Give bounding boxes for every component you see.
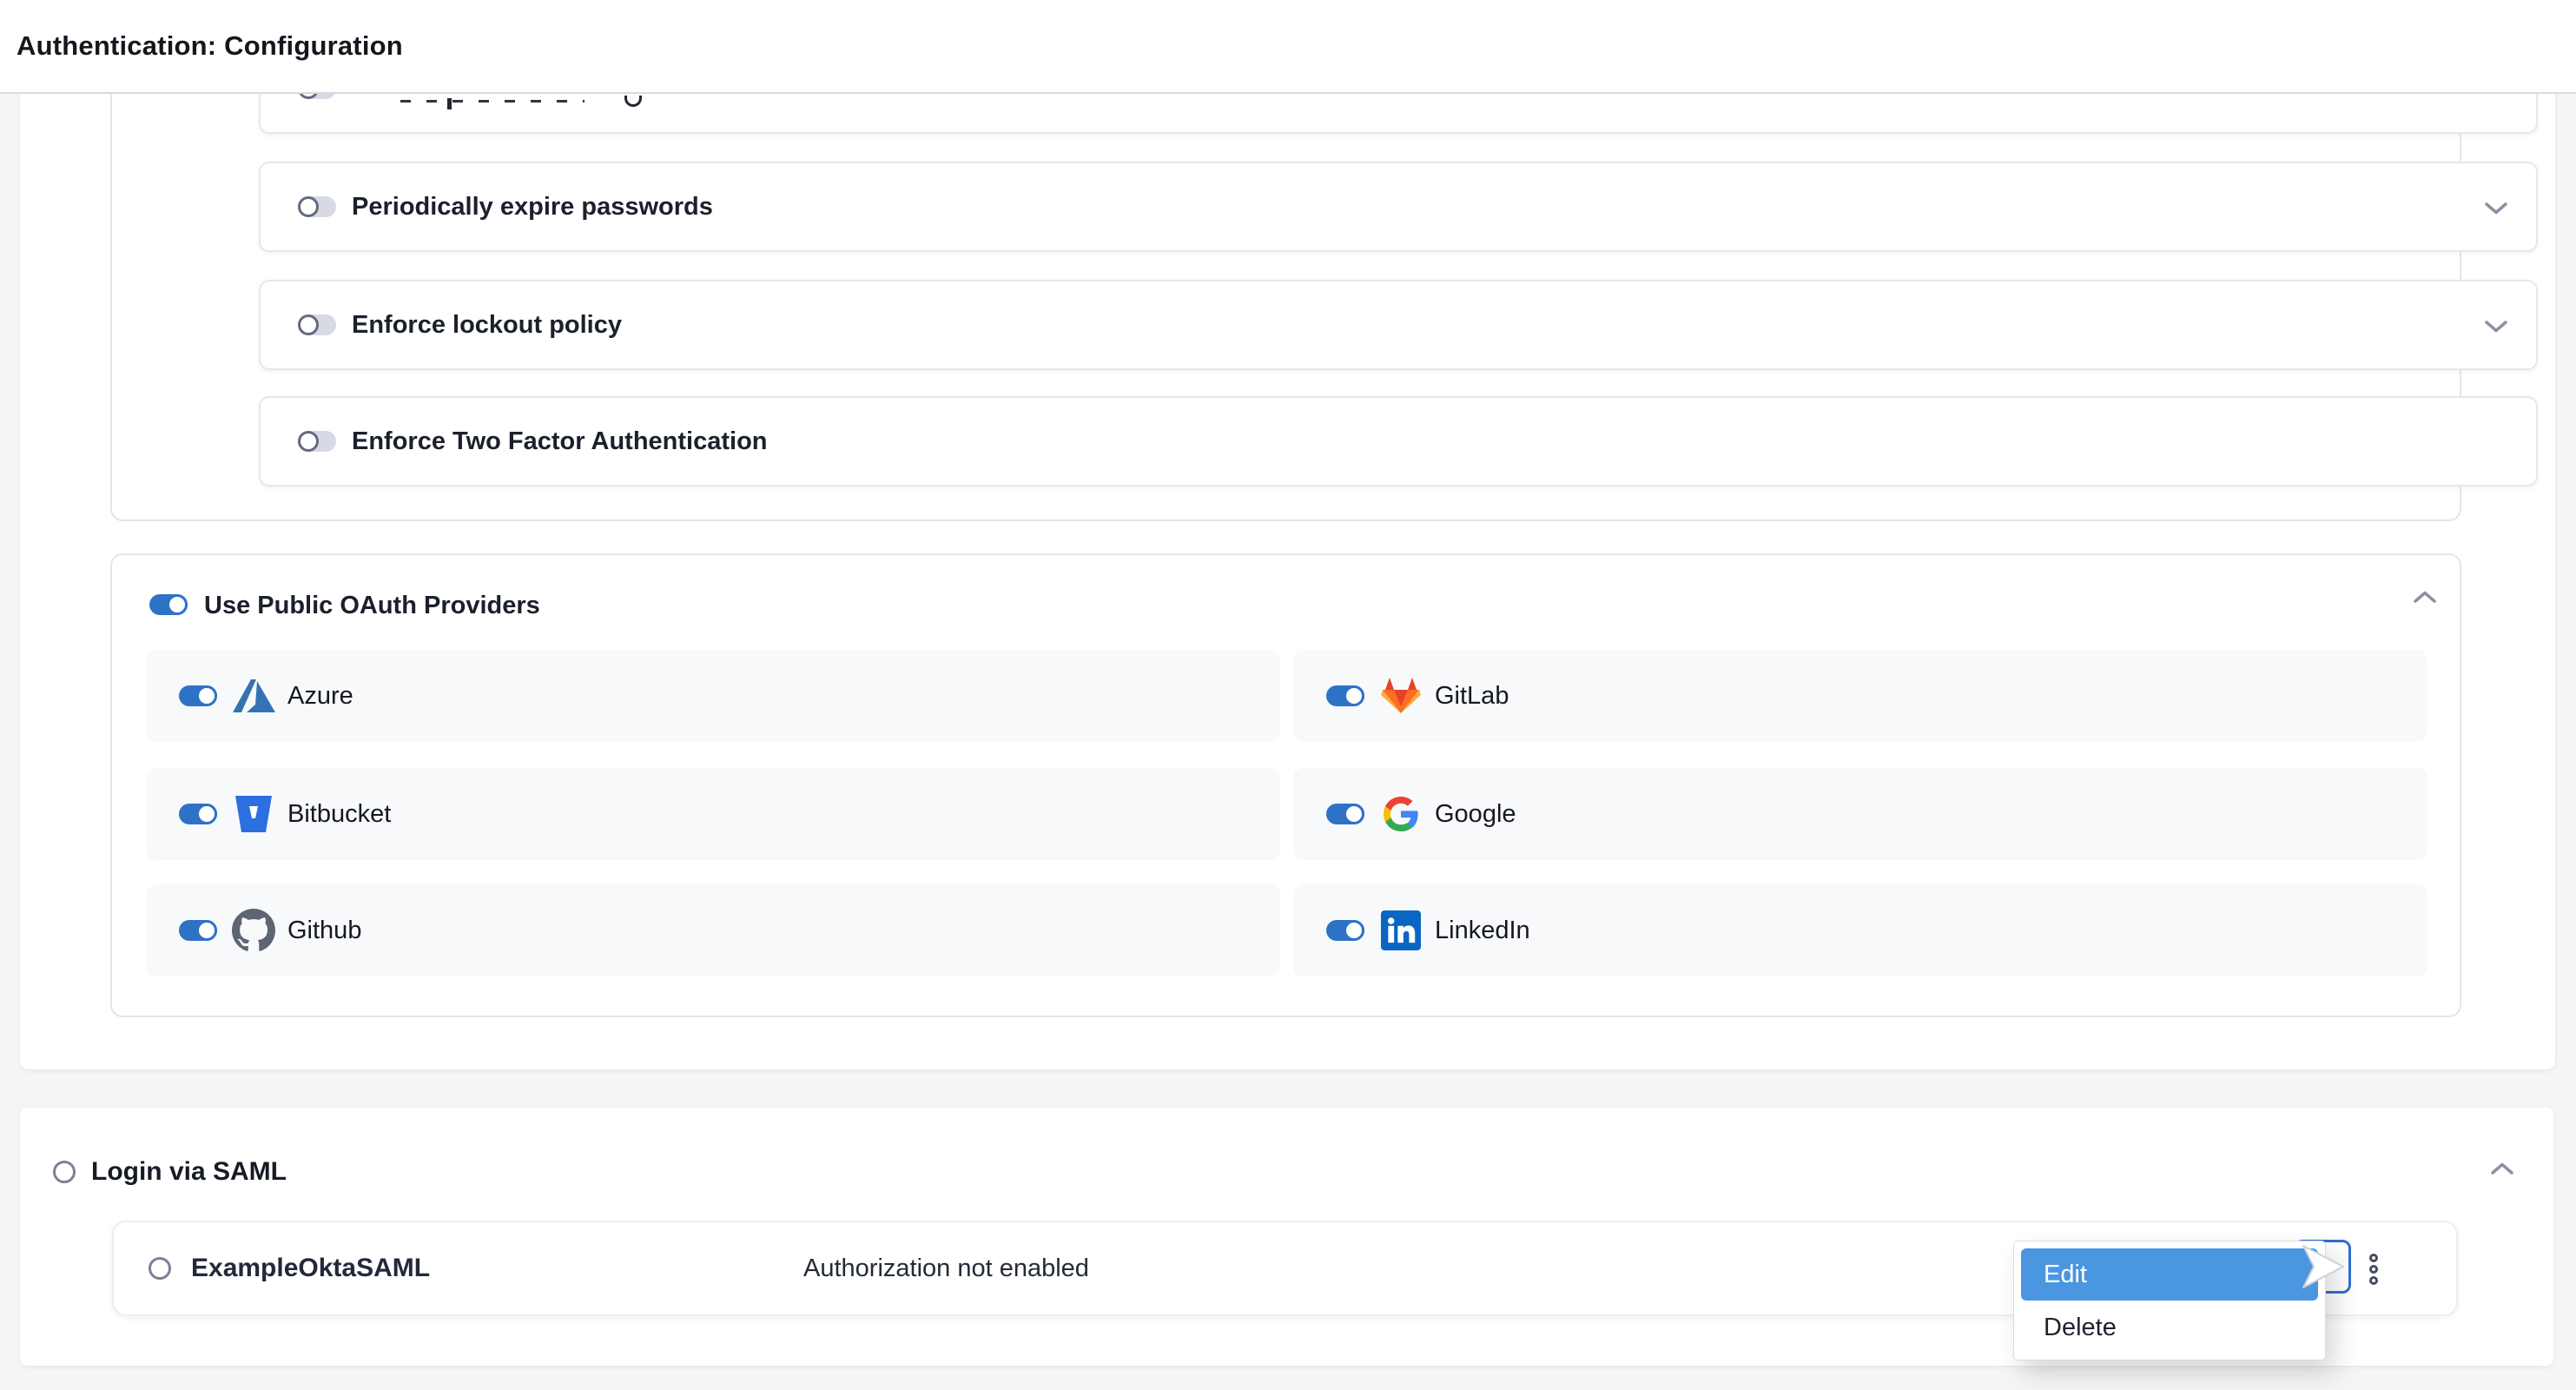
kebab-dot — [2369, 1254, 2378, 1262]
provider-label: LinkedIn — [1435, 917, 1530, 945]
page-header: Authentication: Configuration — [0, 0, 2576, 94]
gitlab-icon — [1379, 674, 1423, 718]
linkedin-toggle[interactable] — [1326, 920, 1364, 941]
saml-radio[interactable] — [53, 1161, 76, 1183]
clipped-text-fragment — [447, 98, 452, 109]
kebab-menu-icon[interactable] — [2365, 1252, 2382, 1286]
menu-item-label: Edit — [2044, 1261, 2087, 1289]
linkedin-icon — [1379, 909, 1423, 952]
kebab-dot — [2369, 1265, 2378, 1274]
setting-label: Enforce Two Factor Authentication — [352, 427, 768, 456]
provider-label: Bitbucket — [287, 800, 391, 829]
toggle-knob — [196, 804, 217, 824]
toggle-knob — [298, 314, 319, 335]
toggle-knob — [1344, 685, 1364, 706]
menu-item-delete[interactable]: Delete — [2021, 1301, 2318, 1354]
popup-arrow-icon — [2300, 1243, 2347, 1294]
setting-row-lockout-policy[interactable]: Enforce lockout policy — [259, 280, 2538, 370]
toggle-knob — [196, 920, 217, 941]
setting-label: Enforce lockout policy — [352, 311, 622, 340]
lockout-policy-toggle[interactable] — [298, 314, 336, 335]
github-toggle[interactable] — [179, 920, 217, 941]
clipped-text-fragment — [400, 100, 585, 103]
provider-label: Azure — [287, 682, 353, 711]
toggle-knob — [298, 196, 319, 217]
azure-toggle[interactable] — [179, 685, 217, 706]
context-menu: Edit Delete — [2013, 1241, 2326, 1360]
gitlab-toggle[interactable] — [1326, 685, 1364, 706]
provider-label: Google — [1435, 800, 1516, 829]
provider-row-linkedin[interactable]: LinkedIn — [1293, 884, 2427, 976]
toggle-knob — [1344, 804, 1364, 824]
menu-item-edit[interactable]: Edit — [2021, 1248, 2318, 1301]
saml-config-status: Authorization not enabled — [803, 1254, 1089, 1283]
saml-config-name: ExampleOktaSAML — [191, 1254, 430, 1283]
oauth-master-toggle[interactable] — [149, 594, 188, 615]
provider-label: Github — [287, 917, 361, 945]
toggle-knob — [298, 431, 319, 452]
provider-label: GitLab — [1435, 682, 1509, 711]
saml-section-header[interactable]: Login via SAML — [53, 1157, 287, 1187]
clipped-text-fragment — [624, 96, 642, 107]
page-title: Authentication: Configuration — [17, 30, 403, 62]
oauth-section-title: Use Public OAuth Providers — [204, 592, 540, 620]
provider-row-gitlab[interactable]: GitLab — [1293, 650, 2427, 742]
bitbucket-icon — [232, 792, 275, 836]
chevron-down-icon[interactable] — [2484, 202, 2508, 215]
saml-section-title: Login via SAML — [91, 1157, 287, 1187]
setting-row-two-factor[interactable]: Enforce Two Factor Authentication — [259, 396, 2538, 486]
setting-label: Periodically expire passwords — [352, 193, 713, 222]
provider-row-github[interactable]: Github — [146, 884, 1280, 976]
menu-item-label: Delete — [2044, 1314, 2117, 1342]
google-toggle[interactable] — [1326, 804, 1364, 824]
toggle-knob — [1344, 920, 1364, 941]
setting-row-expire-passwords[interactable]: Periodically expire passwords — [259, 162, 2538, 252]
oauth-providers-card: Use Public OAuth Providers Azure G — [110, 553, 2461, 1017]
provider-row-bitbucket[interactable]: Bitbucket — [146, 768, 1280, 860]
expire-passwords-toggle[interactable] — [298, 196, 336, 217]
two-factor-toggle[interactable] — [298, 431, 336, 452]
chevron-up-icon[interactable] — [2413, 590, 2437, 604]
toggle-knob — [167, 594, 188, 615]
azure-icon — [232, 674, 275, 718]
bitbucket-toggle[interactable] — [179, 804, 217, 824]
chevron-up-icon[interactable] — [2490, 1162, 2514, 1175]
chevron-down-icon[interactable] — [2484, 320, 2508, 334]
provider-row-azure[interactable]: Azure — [146, 650, 1280, 742]
github-icon — [232, 909, 275, 952]
google-icon — [1379, 792, 1423, 836]
toggle-knob — [196, 685, 217, 706]
provider-row-google[interactable]: Google — [1293, 768, 2427, 860]
saml-config-radio[interactable] — [149, 1257, 171, 1280]
kebab-dot — [2369, 1276, 2378, 1285]
